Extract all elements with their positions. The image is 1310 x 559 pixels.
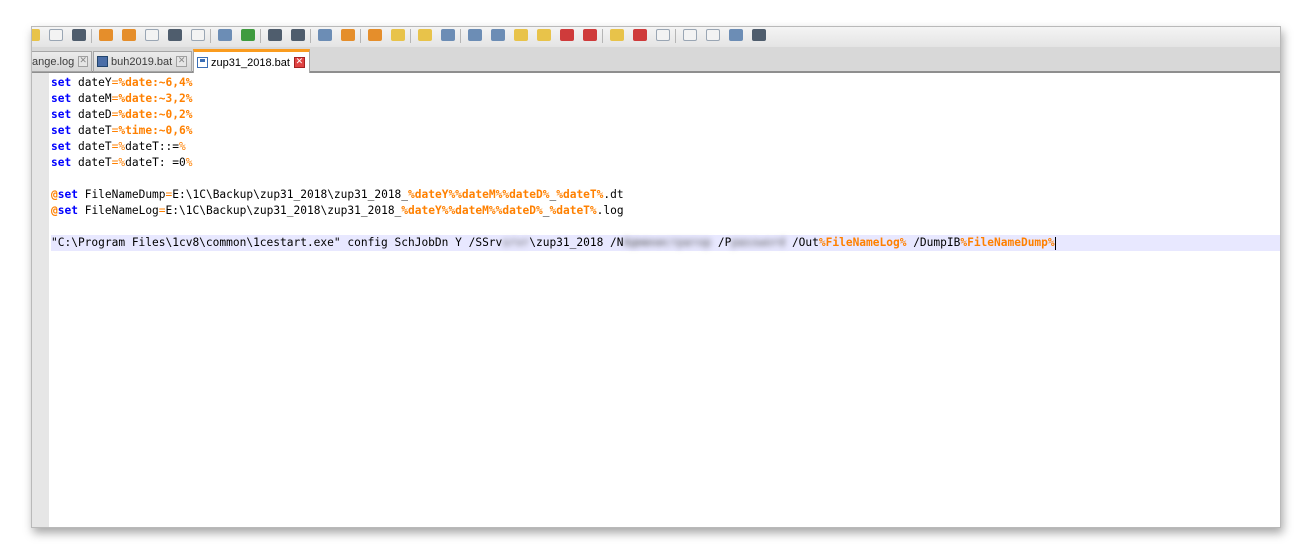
new-file-icon[interactable] [32, 29, 40, 41]
paste-icon[interactable] [241, 29, 255, 41]
code-line: set dateT=%time:~0,6% [51, 124, 193, 137]
stop-macro-icon[interactable] [683, 29, 697, 41]
close-tab-icon[interactable]: ✕ [293, 57, 305, 68]
tab-label: buh2019.bat [111, 55, 173, 68]
record-macro-icon[interactable] [656, 29, 670, 41]
redacted-username: Администратор [623, 236, 712, 249]
folder-workspace-icon[interactable] [610, 29, 624, 41]
unsaved-file-icon [197, 57, 208, 68]
saved-file-icon [97, 56, 108, 67]
code-line: set dateM=%date:~3,2% [51, 92, 193, 105]
toolbar-separator [260, 29, 261, 43]
monitoring-icon[interactable] [633, 29, 647, 41]
redacted-password: password [731, 236, 786, 249]
redacted-server: srvr [502, 236, 530, 249]
code-line: set dateT=%dateT: =0% [51, 156, 193, 169]
toolbar-separator [310, 29, 311, 43]
toolbar-separator [91, 29, 92, 43]
tab-change-log[interactable]: ange.log ✕ [32, 51, 92, 72]
code-line: set dateY=%date:~6,4% [51, 76, 193, 89]
editor-window: ange.log ✕ buh2019.bat ✕ zup31_2018.bat … [31, 26, 1281, 528]
code-line: @set FileNameDump=E:\1C\Backup\zup31_201… [51, 188, 624, 201]
text-caret [1054, 236, 1056, 250]
save-macro-icon[interactable] [752, 29, 766, 41]
editor-area[interactable]: set dateY=%date:~6,4% set dateM=%date:~3… [32, 73, 1280, 527]
function-list-icon[interactable] [583, 29, 597, 41]
code-line: @set FileNameLog=E:\1C\Backup\zup31_2018… [51, 204, 624, 217]
save-all-icon[interactable] [99, 29, 113, 41]
show-all-chars-icon[interactable] [491, 29, 505, 41]
line-margin [32, 73, 49, 527]
code-text[interactable]: set dateY=%date:~6,4% set dateM=%date:~3… [51, 75, 1280, 251]
copy-icon[interactable] [218, 29, 232, 41]
close-all-icon[interactable] [145, 29, 159, 41]
undo-icon[interactable] [268, 29, 282, 41]
run-macro-icon[interactable] [729, 29, 743, 41]
tab-label: zup31_2018.bat [211, 56, 290, 69]
save-icon[interactable] [72, 29, 86, 41]
redo-icon[interactable] [291, 29, 305, 41]
close-tab-icon[interactable]: ✕ [78, 56, 88, 67]
zoom-in-icon[interactable] [368, 29, 382, 41]
close-tab-icon[interactable]: ✕ [176, 56, 188, 67]
doc-map-icon[interactable] [560, 29, 574, 41]
tab-zup31-2018-bat[interactable]: zup31_2018.bat ✕ [193, 49, 310, 73]
play-macro-icon[interactable] [706, 29, 720, 41]
print-icon[interactable] [168, 29, 182, 41]
toolbar-separator [210, 29, 211, 43]
toolbar-separator [360, 29, 361, 43]
code-line-current: "C:\Program Files\1cv8\common\1cestart.e… [51, 235, 1280, 251]
open-file-icon[interactable] [49, 29, 63, 41]
zoom-out-icon[interactable] [391, 29, 405, 41]
toolbar-separator [410, 29, 411, 43]
toolbar-separator [675, 29, 676, 43]
code-line: set dateD=%date:~0,2% [51, 108, 193, 121]
user-language-icon[interactable] [537, 29, 551, 41]
find-icon[interactable] [318, 29, 332, 41]
cut-icon[interactable] [191, 29, 205, 41]
close-icon[interactable] [122, 29, 136, 41]
word-wrap-icon[interactable] [468, 29, 482, 41]
sync-vertical-icon[interactable] [418, 29, 432, 41]
replace-icon[interactable] [341, 29, 355, 41]
tab-bar: ange.log ✕ buh2019.bat ✕ zup31_2018.bat … [32, 47, 1280, 73]
toolbar-separator [460, 29, 461, 43]
code-line: set dateT=%dateT::=% [51, 140, 186, 153]
sync-horizontal-icon[interactable] [441, 29, 455, 41]
toolbar-separator [602, 29, 603, 43]
indent-guide-icon[interactable] [514, 29, 528, 41]
tab-buh2019-bat[interactable]: buh2019.bat ✕ [93, 51, 192, 72]
tab-label: ange.log [32, 55, 75, 68]
toolbar [32, 27, 1280, 47]
